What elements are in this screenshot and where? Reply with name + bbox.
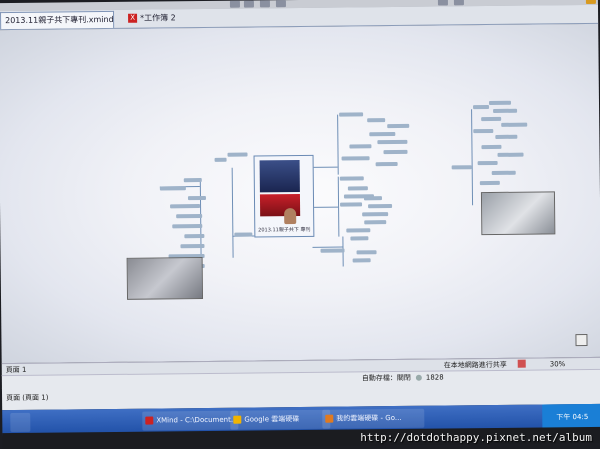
quick-launch[interactable] <box>10 412 31 433</box>
toolbar-icon[interactable] <box>243 0 254 8</box>
toolbar-icon[interactable] <box>275 0 286 8</box>
topic-node[interactable] <box>356 250 377 255</box>
topic-node[interactable] <box>341 156 370 161</box>
topic-node[interactable] <box>364 220 387 225</box>
topic-node[interactable] <box>340 202 363 207</box>
topic-node[interactable] <box>495 134 518 139</box>
xmind-icon: X <box>128 13 138 23</box>
topic-node[interactable] <box>170 204 201 209</box>
topic-node[interactable] <box>339 176 364 181</box>
topic-node[interactable] <box>387 123 410 129</box>
browser-icon <box>325 414 334 423</box>
clock: 下午 04:5 <box>556 412 589 422</box>
user-icon <box>415 374 422 381</box>
topic-node[interactable] <box>363 196 383 201</box>
taskbar-label: XMind - C:\Document... <box>156 415 238 425</box>
topic-node[interactable] <box>368 204 393 209</box>
topic-node[interactable] <box>320 248 345 253</box>
person-image <box>284 208 297 225</box>
topic-node[interactable] <box>159 186 186 191</box>
branch-line <box>337 176 340 237</box>
central-topic-caption: 2013.11親子共下 專刊 <box>258 226 311 234</box>
topic-node[interactable] <box>367 118 386 123</box>
branch-line <box>337 114 339 175</box>
topic-node[interactable] <box>347 186 368 191</box>
topic-node[interactable] <box>183 178 202 183</box>
screen: 2013.11親子共下專刊.xmind X *工作簿 2 2013.11親子共下… <box>0 0 600 449</box>
taskbar-label: 我的雲端硬碟 - Go... <box>336 413 402 423</box>
topic-node[interactable] <box>350 236 369 241</box>
user-label[interactable]: 1828 <box>426 372 444 384</box>
topic-node[interactable] <box>477 160 498 166</box>
topic-node[interactable] <box>481 116 502 122</box>
topic-node[interactable] <box>362 212 389 217</box>
taskbar-item-drive[interactable]: Google 雲端硬碟 <box>230 409 331 430</box>
mindmap-canvas[interactable]: 2013.11親子共下 專刊 <box>0 23 600 364</box>
page-footer: 頁面 (頁面 1) <box>6 393 49 403</box>
toolbar-icon[interactable] <box>229 0 240 8</box>
topic-node[interactable] <box>352 258 371 263</box>
taskbar-label: Google 雲端硬碟 <box>244 415 300 424</box>
topic-node[interactable] <box>339 112 364 117</box>
topic-node[interactable] <box>451 165 472 170</box>
toolbar-icon[interactable] <box>437 0 448 6</box>
taskbar-item-xmind[interactable]: XMind - C:\Document... <box>142 410 239 431</box>
topic-node[interactable] <box>176 214 203 219</box>
topic-node[interactable] <box>481 144 502 150</box>
tab-mindmap-file[interactable]: 2013.11親子共下專刊.xmind <box>0 10 115 30</box>
branch-line <box>312 206 339 208</box>
central-image <box>259 160 300 193</box>
topic-node[interactable] <box>473 105 490 110</box>
topic-node[interactable] <box>184 234 205 239</box>
toolbar-icon[interactable] <box>259 0 270 8</box>
branch-line <box>231 167 234 258</box>
topic-node[interactable] <box>172 224 203 229</box>
topic-node[interactable] <box>377 139 408 145</box>
topic-node[interactable] <box>383 149 408 155</box>
branch-line <box>311 166 338 168</box>
topic-node[interactable] <box>375 161 398 167</box>
taskbar-item-browser[interactable]: 我的雲端硬碟 - Go... <box>322 408 425 429</box>
folder-icon <box>233 415 242 424</box>
topic-node[interactable] <box>473 128 494 134</box>
topic-node[interactable] <box>227 152 248 157</box>
tab-label: *工作簿 2 <box>140 13 176 23</box>
watermark: http://dotdothappy.pixnet.net/album <box>360 431 592 444</box>
topic-node[interactable] <box>491 170 516 175</box>
topic-node[interactable] <box>488 100 512 106</box>
topic-node[interactable] <box>349 144 372 149</box>
tab-label: 2013.11親子共下專刊.xmind <box>5 14 114 26</box>
xmind-icon <box>145 416 154 425</box>
attached-photo[interactable] <box>126 257 204 300</box>
topic-node[interactable] <box>369 131 396 137</box>
topic-node[interactable] <box>346 228 371 233</box>
topic-node[interactable] <box>497 152 524 157</box>
topic-node[interactable] <box>479 180 500 186</box>
topic-node[interactable] <box>187 195 206 201</box>
branch-line <box>471 109 474 206</box>
central-topic[interactable]: 2013.11親子共下 專刊 <box>253 154 315 238</box>
scroll-down-icon[interactable] <box>575 333 588 347</box>
attached-photo[interactable] <box>480 191 556 236</box>
topic-node[interactable] <box>180 244 205 249</box>
topic-node[interactable] <box>501 122 528 127</box>
share-icon[interactable] <box>517 359 526 368</box>
up-arrow-icon[interactable] <box>585 0 596 4</box>
tab-workbook-2[interactable]: X *工作簿 2 <box>124 10 212 27</box>
autosave-status[interactable]: 自動存檔：關閉 <box>362 372 411 385</box>
toolbar-icon[interactable] <box>453 0 464 6</box>
topic-node[interactable] <box>214 157 227 162</box>
topic-node[interactable] <box>234 232 253 237</box>
topic-node[interactable] <box>493 108 518 113</box>
